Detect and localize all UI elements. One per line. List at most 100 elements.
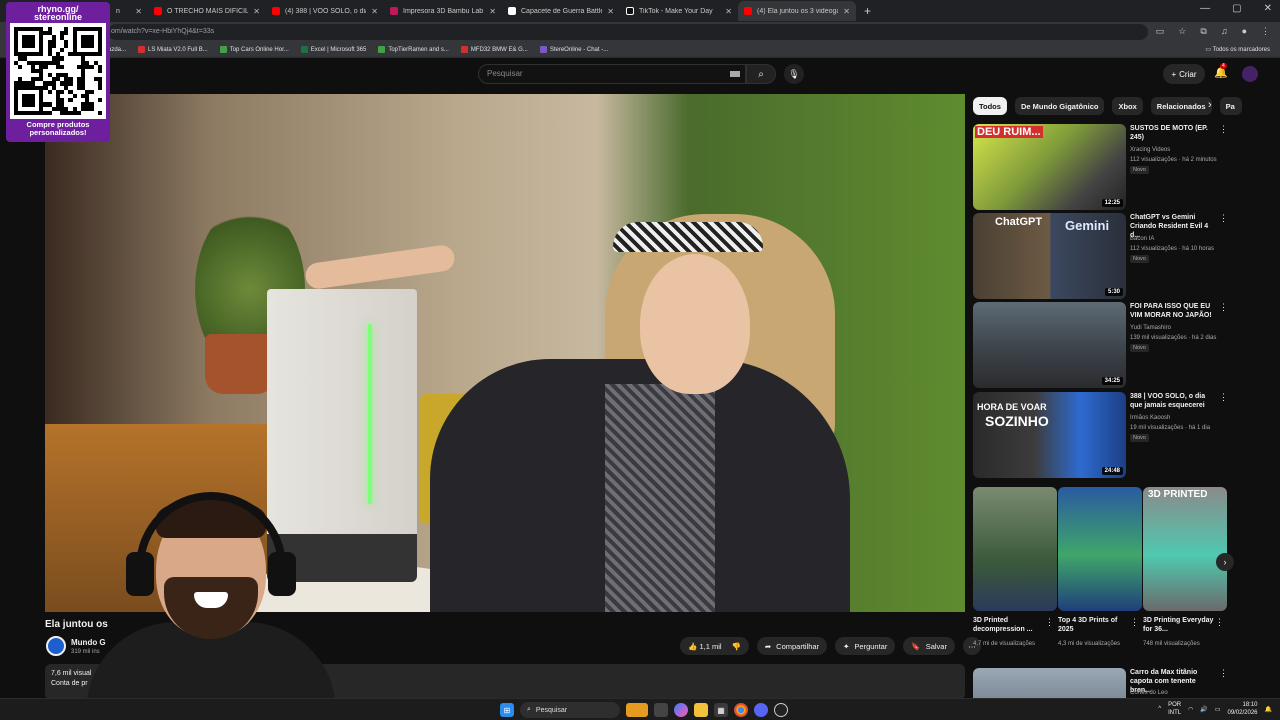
dislike-button[interactable]: 👎 [732,642,741,651]
bookmark-item[interactable]: TopTierRamen and s... [378,46,449,53]
obs-icon[interactable] [774,703,788,717]
cast-icon[interactable]: ▭ [1156,26,1165,37]
chip-related[interactable]: Relacionados [1150,97,1212,115]
thumbnail-caption: DEU RUIM... [975,126,1043,138]
bookmark-item[interactable]: Excel | Microsoft 365 [300,46,366,53]
more-options-icon[interactable]: ⋮ [1130,617,1139,628]
short-thumbnail[interactable] [1058,487,1142,611]
close-tab-icon[interactable]: ✕ [489,7,496,16]
bookmark-item[interactable]: azda... [108,47,126,53]
bookmark-label: MFD32 BMW E& G... [470,46,528,53]
bookmark-star-icon[interactable]: ☆ [1178,26,1186,37]
bookmark-favicon-icon [138,46,146,53]
battery-icon[interactable]: ▭ [1215,706,1221,713]
short-thumbnail[interactable] [973,487,1057,611]
more-options-icon[interactable]: ⋮ [1045,617,1054,628]
recommendation-item[interactable]: DEU RUIM... 12:25 SUSTOS DE MOTO (EP. 24… [973,124,1228,210]
more-options-icon[interactable]: ⋮ [1219,302,1228,313]
file-explorer-icon[interactable] [694,703,708,717]
clock[interactable]: 18:10 09/02/2026 [1227,701,1257,717]
video-thumbnail[interactable]: ChatGPT Gemini 5:30 [973,213,1126,299]
notification-center-icon[interactable]: 🔔 [1265,706,1272,713]
avatar[interactable] [1242,66,1258,82]
widget-icon[interactable] [626,703,648,717]
chip-more[interactable]: Pa [1219,97,1242,115]
profile-icon[interactable]: ● [1242,26,1247,37]
recommendation-item[interactable]: Carro da Max titânio capota com tenente … [973,668,1228,698]
create-button[interactable]: + Criar [1163,64,1205,84]
ask-button[interactable]: ✦ Perguntar [835,637,896,655]
maximize-icon[interactable]: ▢ [1232,3,1241,14]
browser-tab[interactable]: Impresora 3D Bambu Lab P2S ✕ [384,1,502,21]
close-tab-icon[interactable]: ✕ [371,7,378,16]
taskbar-search[interactable]: ⌕ Pesquisar [520,702,620,718]
chip-all[interactable]: Todos [973,97,1007,115]
more-options-icon[interactable]: ⋮ [1219,124,1228,135]
short-thumbnail[interactable]: 3D PRINTED [1143,487,1227,611]
bookmark-item[interactable]: Top Cars Online Hor... [219,46,289,53]
copilot-icon[interactable] [674,703,688,717]
more-options-icon[interactable]: ⋮ [1219,392,1228,403]
youtube-search-input[interactable]: Pesquisar [478,64,746,84]
volume-icon[interactable]: 🔊 [1200,706,1207,713]
chrome-icon[interactable] [734,703,748,717]
bookmark-item[interactable]: MFD32 BMW E& G... [460,46,528,53]
share-button[interactable]: ➦ Compartilhar [756,637,828,655]
task-view-icon[interactable] [654,703,668,717]
notifications-button[interactable]: 🔔 4 [1214,63,1228,79]
minimize-icon[interactable]: — [1200,3,1210,14]
browser-tab[interactable]: (4) 388 | VOO SOLO, o dia que ✕ [266,1,384,21]
video-thumbnail[interactable]: DEU RUIM... 12:25 [973,124,1126,210]
short-views: 4,7 mi de visualizações [973,641,1036,647]
browser-tab-active[interactable]: (4) Ela juntou os 3 videogame ✕ [738,1,856,21]
browser-tab[interactable]: TikTok - Make Your Day ✕ [620,1,738,21]
close-window-icon[interactable]: ✕ [1264,3,1272,14]
channel-name: Xracing Videos [1130,147,1171,153]
chevron-right-icon[interactable]: › [1216,553,1234,571]
tiktok-favicon-icon [626,7,634,15]
video-thumbnail[interactable]: HORA DE VOAR SOZINHO 24:48 [973,392,1126,478]
keyboard-icon[interactable] [730,71,740,77]
chevron-up-icon[interactable]: ^ [1158,706,1161,712]
media-icon[interactable]: ♫ [1221,26,1228,37]
discord-icon[interactable] [754,703,768,717]
browser-tab[interactable]: n ✕ [110,1,148,21]
video-thumbnail[interactable] [973,668,1126,698]
new-badge: Novo [1130,255,1149,263]
more-options-icon[interactable]: ⋮ [1219,668,1228,679]
voice-search-button[interactable]: 🎙 [784,64,804,84]
chevron-right-icon[interactable]: › [1208,99,1212,111]
more-options-icon[interactable]: ⋮ [1219,213,1228,224]
bookmark-item[interactable]: LS Miata V2.0 Full B... [138,46,208,53]
windows-start-icon[interactable]: ⊞ [500,703,514,717]
plus-icon: + [1171,69,1177,79]
language-indicator[interactable]: POR INTL [1168,701,1181,717]
store-icon[interactable]: ▦ [714,703,728,717]
chip-channel[interactable]: De Mundo Gigatônico [1014,97,1105,115]
recommendation-item[interactable]: ChatGPT Gemini 5:30 ChatGPT vs Gemini Cr… [973,213,1228,299]
url-input[interactable]: om/watch?v=xe-HbiYhQj4&t=33s [108,24,1148,40]
browser-tab[interactable]: Capacete de Guerra Battle Cat ✕ [502,1,620,21]
duration-badge: 5:30 [1104,288,1123,296]
recommendation-item[interactable]: 34:25 FOI PARA ISSO QUE EU VIM MORAR NO … [973,302,1228,388]
browser-tab[interactable]: O TRECHO MAIS DIFÍCIL! Tran ✕ [148,1,266,21]
new-tab-button[interactable]: + [856,4,879,18]
chip-xbox[interactable]: Xbox [1112,97,1143,115]
extensions-icon[interactable]: ⧉ [1200,26,1206,37]
close-tab-icon[interactable]: ✕ [607,7,614,16]
more-options-icon[interactable]: ⋮ [1215,617,1224,628]
bookmark-item[interactable]: StereOnline - Chat -... [539,46,608,53]
like-button[interactable]: 👍 1,1 mil [688,642,722,651]
close-tab-icon[interactable]: ✕ [135,7,142,16]
search-button[interactable]: ⌕ [746,64,776,84]
save-button[interactable]: 🔖 Salvar [903,637,955,655]
close-tab-icon[interactable]: ✕ [253,7,260,16]
close-tab-icon[interactable]: ✕ [725,7,732,16]
wifi-icon[interactable]: ◠ [1188,706,1193,713]
recommendation-item[interactable]: HORA DE VOAR SOZINHO 24:48 388 | VOO SOL… [973,392,1228,478]
close-tab-icon[interactable]: ✕ [843,7,850,16]
menu-kebab-icon[interactable]: ⋮ [1261,26,1270,37]
video-thumbnail[interactable]: 34:25 [973,302,1126,388]
all-bookmarks-link[interactable]: ▭ Todos os marcadores [1205,46,1270,53]
channel-avatar[interactable] [46,636,66,656]
